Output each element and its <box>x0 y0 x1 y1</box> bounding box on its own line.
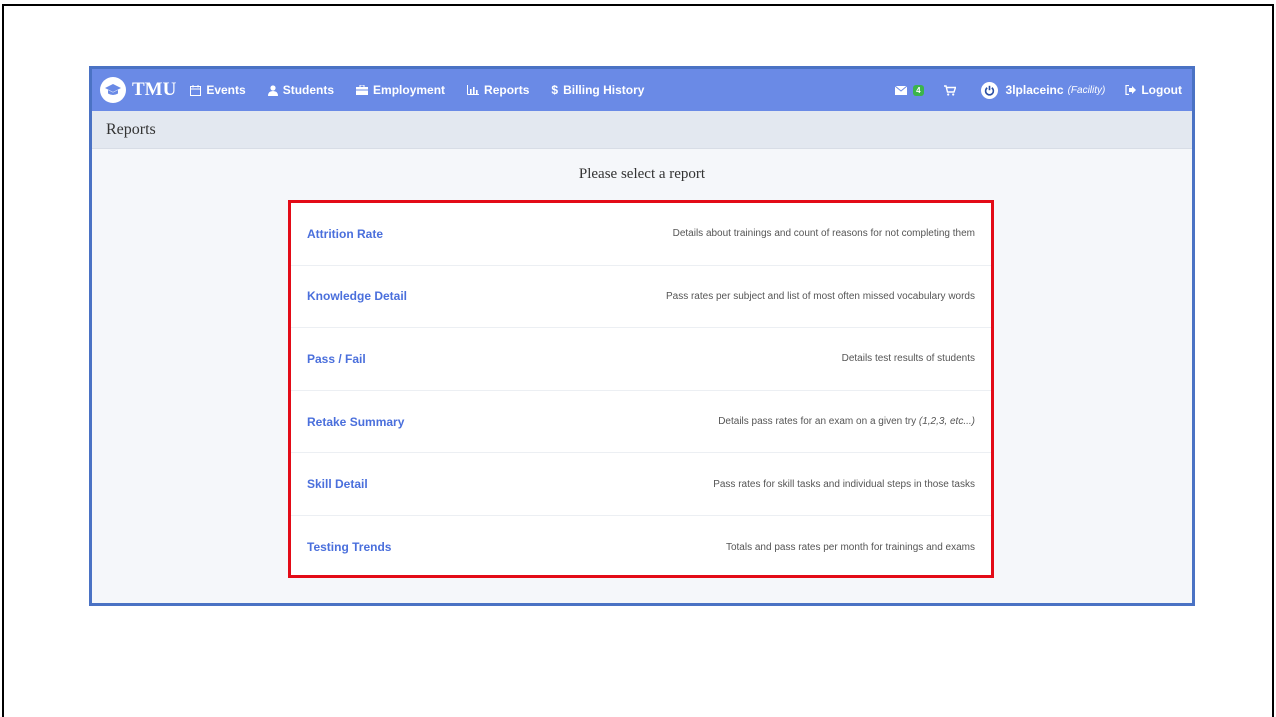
report-description: Details pass rates for an exam on a give… <box>718 416 975 428</box>
report-link[interactable]: Skill Detail <box>307 477 368 491</box>
dollar-icon: $ <box>551 83 559 97</box>
report-link[interactable]: Retake Summary <box>307 415 404 429</box>
nav-students[interactable]: Students <box>267 83 335 97</box>
logout-icon <box>1125 85 1137 95</box>
report-link[interactable]: Testing Trends <box>307 540 391 554</box>
nav-employment[interactable]: Employment <box>356 83 445 97</box>
top-navbar: TMU Events Students Employment Reports $… <box>92 69 1192 111</box>
report-link[interactable]: Pass / Fail <box>307 352 366 366</box>
logout-label: Logout <box>1141 83 1182 97</box>
cart-icon <box>943 84 956 96</box>
mail-button[interactable]: 4 <box>895 84 924 96</box>
page-title: Reports <box>92 111 1192 149</box>
report-description: Totals and pass rates per month for trai… <box>725 541 975 553</box>
nav-students-label: Students <box>282 83 335 97</box>
report-description: Details test results of students <box>841 353 975 365</box>
report-list: Attrition Rate Details about trainings a… <box>288 200 994 578</box>
report-description: Pass rates per subject and list of most … <box>665 290 975 302</box>
envelope-icon <box>895 85 908 95</box>
report-description: Details about trainings and count of rea… <box>672 228 975 240</box>
brand-name: TMU <box>132 79 177 100</box>
brand[interactable]: TMU <box>100 77 176 103</box>
nav-billing-history-label: Billing History <box>563 83 645 97</box>
nav-reports-label: Reports <box>484 83 530 97</box>
app-window: TMU Events Students Employment Reports $… <box>89 66 1195 606</box>
user-menu[interactable]: 3lplaceinc (Facility) <box>980 81 1106 99</box>
calendar-icon <box>190 84 202 96</box>
logout-button[interactable]: Logout <box>1125 83 1182 97</box>
report-description: Pass rates for skill tasks and individua… <box>713 478 975 490</box>
bar-chart-icon <box>467 85 480 95</box>
report-row-knowledge-detail[interactable]: Knowledge Detail Pass rates per subject … <box>291 266 991 329</box>
report-row-pass-fail[interactable]: Pass / Fail Details test results of stud… <box>291 328 991 391</box>
report-prompt: Please select a report <box>578 166 706 182</box>
report-row-testing-trends[interactable]: Testing Trends Totals and pass rates per… <box>291 516 991 579</box>
report-link[interactable]: Knowledge Detail <box>307 289 407 303</box>
nav-events-label: Events <box>206 83 246 97</box>
mail-count-badge: 4 <box>913 84 924 96</box>
cart-button[interactable] <box>943 84 961 96</box>
report-link[interactable]: Attrition Rate <box>307 227 383 241</box>
nav-events[interactable]: Events <box>190 83 246 97</box>
nav-billing-history[interactable]: $ Billing History <box>551 83 644 97</box>
user-name: 3lplaceinc <box>1005 83 1064 97</box>
report-row-retake-summary[interactable]: Retake Summary Details pass rates for an… <box>291 391 991 454</box>
nav-right-group: 4 3lplaceinc (Facility) Logout <box>875 81 1182 99</box>
power-icon <box>980 81 998 99</box>
building-icon <box>356 85 369 95</box>
user-icon <box>267 84 278 96</box>
report-row-skill-detail[interactable]: Skill Detail Pass rates for skill tasks … <box>291 453 991 516</box>
report-row-attrition-rate[interactable]: Attrition Rate Details about trainings a… <box>291 203 991 266</box>
graduation-cap-icon <box>100 77 126 103</box>
user-role: (Facility) <box>1067 84 1106 96</box>
nav-reports[interactable]: Reports <box>467 83 529 97</box>
nav-employment-label: Employment <box>373 83 446 97</box>
